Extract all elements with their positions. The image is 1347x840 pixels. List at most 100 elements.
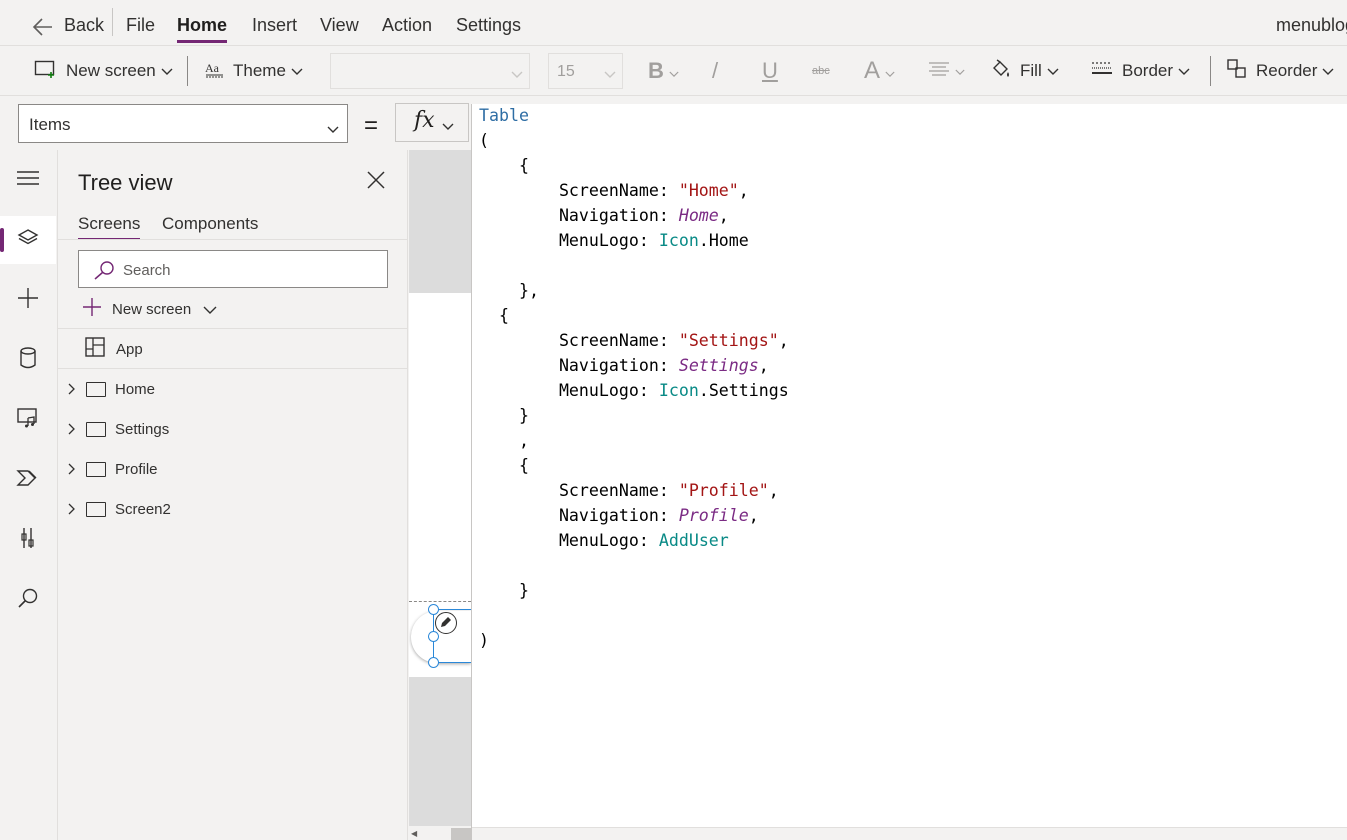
theme-icon: Aa <box>205 60 225 82</box>
back-button[interactable]: Back <box>64 15 104 36</box>
chevron-right-icon[interactable] <box>66 383 78 395</box>
property-select[interactable]: Items <box>18 104 348 143</box>
align-button[interactable] <box>928 58 965 84</box>
scrollbar-thumb[interactable] <box>451 828 471 840</box>
tree-view-button[interactable] <box>0 216 56 264</box>
menu-action[interactable]: Action <box>382 15 432 36</box>
resize-handle[interactable] <box>428 631 439 642</box>
code-line: ScreenName: "Home", <box>558 181 749 200</box>
screen-label: Settings <box>115 420 170 438</box>
paint-bucket-icon <box>990 58 1012 85</box>
fx-button[interactable]: fx <box>395 103 469 142</box>
edit-pencil-icon[interactable] <box>435 612 457 634</box>
property-value: Items <box>29 115 71 134</box>
underline-button[interactable]: U <box>762 58 778 84</box>
field-name: MenuLogo <box>558 531 639 550</box>
chevron-down-icon <box>1178 61 1190 81</box>
chevron-down-icon <box>511 66 523 84</box>
font-size-select[interactable]: 15 <box>548 53 623 89</box>
equals-sign: = <box>364 112 379 139</box>
tree-search-input[interactable]: Search <box>78 250 388 288</box>
new-screen-button[interactable]: New screen <box>34 58 173 84</box>
chevron-down-icon <box>203 301 217 318</box>
screen-label: Profile <box>115 460 158 478</box>
menu-insert[interactable]: Insert <box>252 15 297 36</box>
string-token: "Home" <box>678 181 739 200</box>
tree-node-screen2[interactable]: Screen2 <box>66 498 171 520</box>
chevron-down-icon <box>955 61 965 81</box>
tab-components[interactable]: Components <box>162 214 258 234</box>
power-automate-button[interactable] <box>0 456 56 504</box>
reorder-button[interactable]: Reorder <box>1226 58 1334 84</box>
tree-node-settings[interactable]: Settings <box>66 418 169 440</box>
tree-view-title: Tree view <box>78 170 173 195</box>
power-automate-icon <box>16 468 40 493</box>
reorder-label: Reorder <box>1256 61 1318 80</box>
chevron-down-icon <box>1047 61 1059 81</box>
chevron-right-icon[interactable] <box>66 503 78 515</box>
tree-node-home[interactable]: Home <box>66 378 155 400</box>
resize-handle[interactable] <box>428 657 439 668</box>
theme-label: Theme <box>233 61 286 80</box>
formula-editor[interactable]: Table ( { ScreenName: "Home", Navigation… <box>471 104 1347 840</box>
field-name: ScreenName <box>558 481 659 500</box>
new-screen-icon <box>34 59 58 84</box>
code-line: Table <box>479 104 529 128</box>
field-name: MenuLogo <box>558 381 639 400</box>
italic-button[interactable]: / <box>712 58 718 84</box>
menu-view[interactable]: View <box>320 15 359 36</box>
enum-token: Icon <box>658 231 699 250</box>
bold-button[interactable]: B <box>648 58 679 84</box>
tree-view-panel: Tree view Screens Components Search New … <box>58 150 408 840</box>
toolbar-divider <box>187 56 188 86</box>
code-line: } <box>479 406 529 425</box>
code-line: }, <box>479 281 539 300</box>
screen-icon <box>86 501 106 517</box>
font-color-button[interactable]: A <box>864 57 895 84</box>
scroll-left-icon[interactable]: ◀ <box>411 829 417 838</box>
chevron-right-icon[interactable] <box>66 423 78 435</box>
tree-node-profile[interactable]: Profile <box>66 458 158 480</box>
field-name: Navigation <box>558 206 659 225</box>
field-name: Navigation <box>558 356 659 375</box>
font-family-select[interactable] <box>330 53 530 89</box>
canvas-horizontal-scrollbar[interactable]: ◀ <box>409 826 471 840</box>
tab-screens[interactable]: Screens <box>78 214 141 240</box>
insert-button[interactable] <box>0 276 56 324</box>
media-button[interactable] <box>0 396 56 444</box>
app-icon <box>84 337 106 361</box>
field-name: ScreenName <box>558 181 659 200</box>
tree-node-app[interactable]: App <box>84 337 143 361</box>
data-button[interactable] <box>0 336 56 384</box>
ribbon-toolbar: New screen Aa Theme 15 B / U abc A Fill … <box>0 46 1347 96</box>
strikethrough-button[interactable]: abc <box>812 58 830 84</box>
editor-horizontal-scrollbar[interactable] <box>472 827 1347 840</box>
search-button[interactable] <box>0 576 56 624</box>
search-icon <box>93 260 115 284</box>
code-line: { <box>479 306 509 325</box>
menu-file[interactable]: File <box>126 15 155 36</box>
formula-bar: Items = fx <box>0 96 471 150</box>
fill-button[interactable]: Fill <box>990 58 1059 84</box>
string-token: "Profile" <box>678 481 769 500</box>
theme-button[interactable]: Aa Theme <box>205 58 303 84</box>
advanced-tools-button[interactable] <box>0 516 56 564</box>
menu-settings[interactable]: Settings <box>456 15 521 36</box>
menu-home[interactable]: Home <box>177 15 228 43</box>
tree-new-screen-button[interactable]: New screen <box>82 298 217 320</box>
close-icon[interactable] <box>366 170 386 195</box>
chevron-down-icon <box>161 61 173 81</box>
code-line: Navigation: Home, <box>558 206 729 225</box>
code-line: MenuLogo: AddUser <box>558 531 729 550</box>
enum-member: .Settings <box>698 381 789 400</box>
back-arrow-icon[interactable] <box>32 16 54 43</box>
border-button[interactable]: Border <box>1090 58 1190 84</box>
hamburger-menu-button[interactable] <box>0 156 56 204</box>
code-line: ) <box>479 629 489 653</box>
field-name: MenuLogo <box>558 231 639 250</box>
toolbar-divider <box>1210 56 1211 86</box>
string-token: "Settings" <box>678 331 779 350</box>
design-canvas[interactable]: ◀ <box>409 150 471 840</box>
menu-divider <box>112 8 113 36</box>
chevron-right-icon[interactable] <box>66 463 78 475</box>
